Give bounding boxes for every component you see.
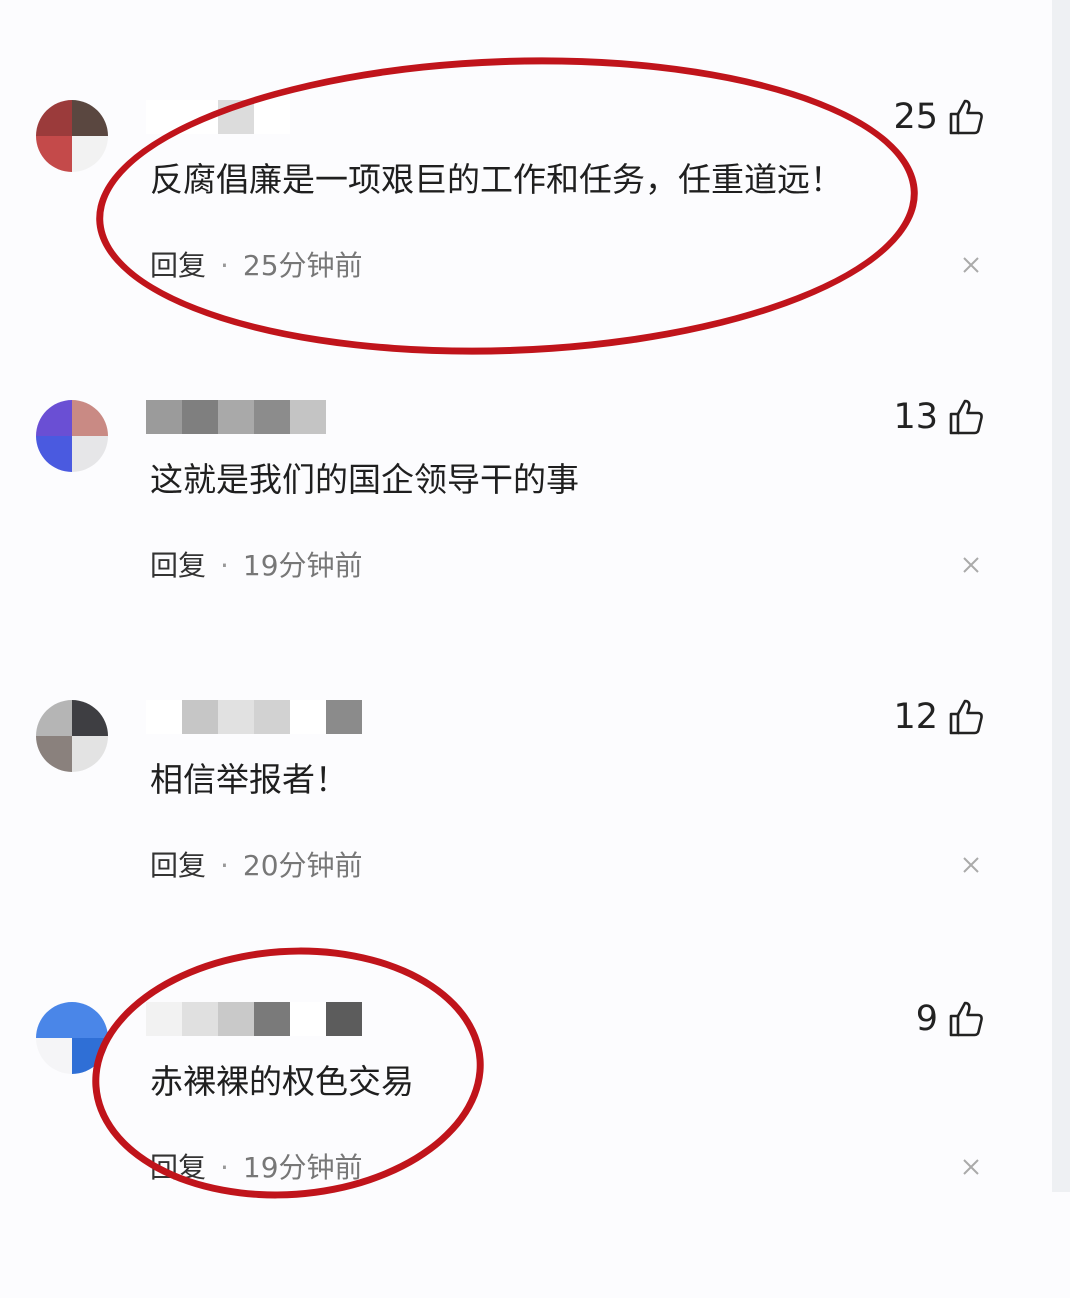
reply-button[interactable]: 回复 (150, 546, 206, 586)
avatar[interactable] (36, 700, 108, 772)
username-block (326, 700, 362, 734)
comment-text: 相信举报者！ (150, 760, 348, 799)
username-blurred[interactable] (146, 700, 362, 734)
username-block (290, 400, 326, 434)
like-count: 13 (893, 397, 938, 437)
username-block (146, 400, 182, 434)
reply-button[interactable]: 回复 (150, 1148, 206, 1188)
avatar-pixel (36, 136, 72, 172)
username-block (182, 700, 218, 734)
username-block (218, 700, 254, 734)
comment-timestamp: 25分钟前 (242, 249, 363, 282)
avatar-pixel (72, 436, 108, 472)
like-button[interactable]: 25 (893, 96, 984, 138)
comment-item: 反腐倡廉是一项艰巨的工作和任务，任重道远！ 回复 · 25分钟前 25 (0, 96, 1050, 396)
thumbs-up-icon (949, 399, 983, 435)
comment-meta: 回复 · 25分钟前 (150, 246, 363, 286)
separator-dot: · (220, 849, 229, 882)
close-icon[interactable] (958, 552, 984, 578)
username-block (146, 1002, 182, 1036)
avatar-pixel (72, 1002, 108, 1038)
avatar-pixel (36, 400, 72, 436)
username-blurred[interactable] (146, 400, 326, 434)
username-block (290, 1002, 326, 1036)
avatar-pixel (36, 700, 72, 736)
separator-dot: · (220, 1151, 229, 1184)
close-icon[interactable] (958, 852, 984, 878)
username-block (254, 1002, 290, 1036)
avatar-pixel (36, 736, 72, 772)
avatar-pixel (72, 136, 108, 172)
comment-meta: 回复 · 19分钟前 (150, 1148, 363, 1188)
avatar-pixel (72, 700, 108, 736)
thumbs-up-icon (949, 99, 983, 135)
username-block (254, 400, 290, 434)
like-count: 9 (915, 999, 938, 1039)
avatar-pixel (72, 100, 108, 136)
comment-item: 这就是我们的国企领导干的事 回复 · 19分钟前 13 (0, 396, 1050, 696)
username-block (254, 100, 290, 134)
comment-text: 这就是我们的国企领导干的事 (150, 460, 579, 499)
thumbs-up-icon (949, 699, 983, 735)
username-block (182, 100, 218, 134)
username-block (182, 400, 218, 434)
username-block (254, 700, 290, 734)
username-block (182, 1002, 218, 1036)
avatar[interactable] (36, 400, 108, 472)
comment-text: 反腐倡廉是一项艰巨的工作和任务，任重道远！ (150, 160, 843, 199)
comment-timestamp: 19分钟前 (242, 549, 363, 582)
avatar-pixel (72, 1038, 108, 1074)
username-block (146, 700, 182, 734)
username-block (218, 1002, 254, 1036)
username-block (326, 1002, 362, 1036)
like-count: 12 (893, 697, 938, 737)
comment-meta: 回复 · 19分钟前 (150, 546, 363, 586)
comment-text: 赤裸裸的权色交易 (150, 1062, 414, 1101)
avatar[interactable] (36, 1002, 108, 1074)
like-count: 25 (893, 97, 938, 137)
close-icon[interactable] (958, 1154, 984, 1180)
thumbs-up-icon (949, 1001, 983, 1037)
separator-dot: · (220, 549, 229, 582)
close-icon[interactable] (958, 252, 984, 278)
username-blurred[interactable] (146, 1002, 362, 1036)
username-block (218, 100, 254, 134)
avatar-pixel (36, 100, 72, 136)
username-block (290, 700, 326, 734)
like-button[interactable]: 12 (893, 696, 984, 738)
like-button[interactable]: 13 (893, 396, 984, 438)
scrollbar-track[interactable] (1052, 0, 1070, 1192)
comment-item: 赤裸裸的权色交易 回复 · 19分钟前 9 (0, 998, 1050, 1298)
like-button[interactable]: 9 (916, 998, 984, 1040)
username-blurred[interactable] (146, 100, 290, 134)
reply-button[interactable]: 回复 (150, 846, 206, 886)
avatar-pixel (36, 1002, 72, 1038)
username-block (146, 100, 182, 134)
comment-meta: 回复 · 20分钟前 (150, 846, 363, 886)
avatar[interactable] (36, 100, 108, 172)
avatar-pixel (72, 400, 108, 436)
avatar-pixel (36, 1038, 72, 1074)
comment-item: 相信举报者！ 回复 · 20分钟前 12 (0, 696, 1050, 996)
comment-timestamp: 19分钟前 (242, 1151, 363, 1184)
avatar-pixel (72, 736, 108, 772)
avatar-pixel (36, 436, 72, 472)
reply-button[interactable]: 回复 (150, 246, 206, 286)
separator-dot: · (220, 249, 229, 282)
comment-timestamp: 20分钟前 (242, 849, 363, 882)
username-block (218, 400, 254, 434)
